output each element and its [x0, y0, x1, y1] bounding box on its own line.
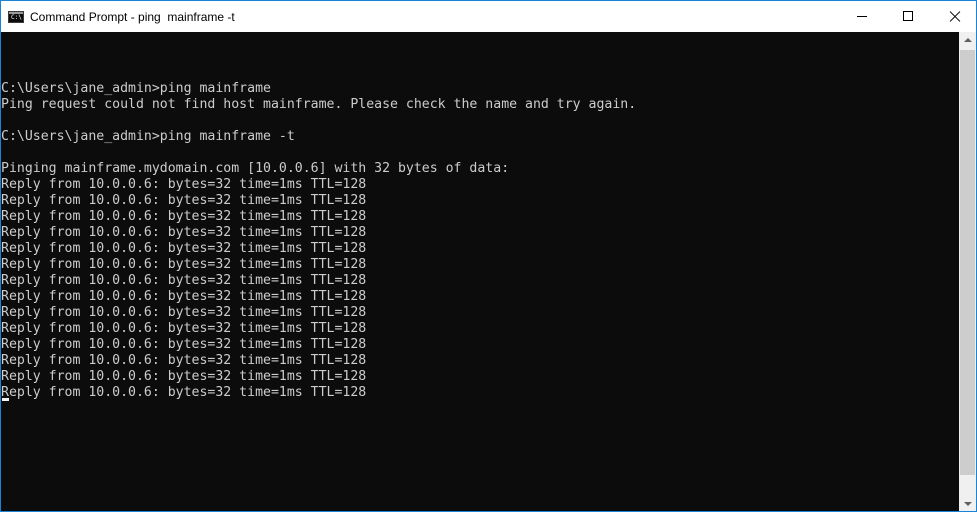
console-line: Reply from 10.0.0.6: bytes=32 time=1ms T…	[1, 241, 367, 256]
command-prompt-window: C:\ Command Prompt - ping mainframe -t C…	[0, 0, 977, 512]
console-line: Reply from 10.0.0.6: bytes=32 time=1ms T…	[1, 225, 367, 240]
minimize-button[interactable]	[839, 1, 885, 32]
console-line: Reply from 10.0.0.6: bytes=32 time=1ms T…	[1, 193, 367, 208]
scroll-up-arrow-icon[interactable]	[959, 32, 976, 49]
console-line: Reply from 10.0.0.6: bytes=32 time=1ms T…	[1, 289, 367, 304]
console-line: Reply from 10.0.0.6: bytes=32 time=1ms T…	[1, 209, 367, 224]
scroll-down-arrow-icon[interactable]	[959, 495, 976, 511]
console-line: Reply from 10.0.0.6: bytes=32 time=1ms T…	[1, 257, 367, 272]
console-line: Reply from 10.0.0.6: bytes=32 time=1ms T…	[1, 321, 367, 336]
title-bar[interactable]: C:\ Command Prompt - ping mainframe -t	[1, 1, 976, 32]
console-line: Reply from 10.0.0.6: bytes=32 time=1ms T…	[1, 337, 367, 352]
app-icon-label: C:\	[11, 14, 22, 21]
maximize-button[interactable]	[885, 1, 931, 32]
scroll-thumb[interactable]	[960, 50, 975, 475]
console-area[interactable]: C:\Users\jane_admin>ping mainframe Ping r…	[1, 32, 959, 511]
console-line: Reply from 10.0.0.6: bytes=32 time=1ms T…	[1, 305, 367, 320]
console-line: Pinging mainframe.mydomain.com [10.0.0.6…	[1, 161, 510, 176]
vertical-scrollbar[interactable]	[959, 32, 976, 511]
console-line: Reply from 10.0.0.6: bytes=32 time=1ms T…	[1, 385, 367, 400]
console-output: C:\Users\jane_admin>ping mainframe Ping r…	[1, 65, 636, 401]
console-line: C:\Users\jane_admin>ping mainframe -t	[1, 129, 295, 144]
console-line: Reply from 10.0.0.6: bytes=32 time=1ms T…	[1, 369, 367, 384]
console-line: Ping request could not find host mainfra…	[1, 97, 637, 112]
console-line: Reply from 10.0.0.6: bytes=32 time=1ms T…	[1, 177, 367, 192]
close-button[interactable]	[931, 1, 976, 32]
text-cursor	[2, 398, 9, 401]
console-line: C:\Users\jane_admin>ping mainframe	[1, 81, 271, 96]
command-prompt-icon[interactable]: C:\	[8, 11, 24, 23]
console-line: Reply from 10.0.0.6: bytes=32 time=1ms T…	[1, 273, 367, 288]
window-title: Command Prompt - ping mainframe -t	[30, 10, 235, 24]
console-line: Reply from 10.0.0.6: bytes=32 time=1ms T…	[1, 353, 367, 368]
